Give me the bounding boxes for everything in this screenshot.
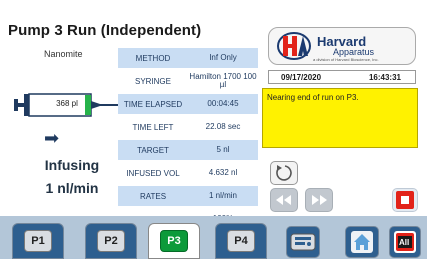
run-status: Infusing 1 nl/min xyxy=(22,154,122,200)
param-label: RATES xyxy=(118,186,188,206)
tab-p3[interactable]: P3 xyxy=(148,223,200,259)
tab-label: P4 xyxy=(227,230,255,252)
table-row: RATES 1 nl/min xyxy=(118,186,258,206)
rewind-icon xyxy=(276,195,291,205)
stop-icon xyxy=(396,191,414,209)
fast-forward-icon xyxy=(312,195,327,205)
reset-button[interactable] xyxy=(270,161,298,185)
param-value: 00:04:45 xyxy=(188,94,258,114)
tab-label: P3 xyxy=(160,230,188,252)
status-rate: 1 nl/min xyxy=(45,180,99,196)
fast-forward-button[interactable] xyxy=(305,188,333,212)
param-label: METHOD xyxy=(118,48,188,68)
param-value: 5 nl xyxy=(188,140,258,160)
time-text: 16:43:31 xyxy=(368,73,401,82)
param-label: SYRINGE xyxy=(134,76,171,86)
home-icon xyxy=(351,231,373,253)
rewind-button[interactable] xyxy=(270,188,298,212)
arrow-right-icon: ➡ xyxy=(44,128,60,148)
param-label: TIME ELAPSED xyxy=(118,94,188,114)
stop-button[interactable] xyxy=(392,188,418,212)
table-row: INFUSED VOL 4.632 nl xyxy=(118,163,258,183)
param-label: INFUSED VOL xyxy=(126,168,180,178)
device-name: Nanomite xyxy=(44,49,83,59)
pump-settings-icon xyxy=(290,233,316,251)
logo-tagline: a division of Harvard Bioscience, Inc. xyxy=(313,57,379,62)
parameter-table: METHOD Inf Only SYRINGE Hamilton 1700 10… xyxy=(118,48,258,232)
logo-sub: Apparatus xyxy=(333,47,375,57)
message-text: Nearing end of run on P3. xyxy=(267,93,359,102)
all-label: All xyxy=(399,238,410,247)
refresh-icon xyxy=(276,165,292,181)
table-row: METHOD Inf Only xyxy=(118,48,258,68)
tab-p4[interactable]: P4 xyxy=(215,223,267,259)
table-row: TIME LEFT 22.08 sec xyxy=(118,117,258,137)
table-row: SYRINGE Hamilton 1700 100 µl xyxy=(118,71,258,91)
param-value: 4.632 nl xyxy=(208,168,238,177)
syringe-volume: 368 pl xyxy=(56,99,78,108)
table-row: TIME ELAPSED 00:04:45 xyxy=(118,94,258,114)
settings-button[interactable] xyxy=(286,226,320,258)
tab-p1[interactable]: P1 xyxy=(12,223,64,259)
datetime-display: 09/17/2020 16:43:31 xyxy=(268,70,416,84)
param-value: Inf Only xyxy=(188,48,258,68)
tab-label: P1 xyxy=(24,230,52,252)
param-value: 22.08 sec xyxy=(205,122,241,131)
param-value: 1 nl/min xyxy=(188,186,258,206)
param-value: Hamilton 1700 100 µl xyxy=(189,72,257,89)
param-label: TIME LEFT xyxy=(132,122,174,132)
all-pumps-button[interactable]: All xyxy=(389,226,421,258)
message-box: Nearing end of run on P3. xyxy=(262,88,418,148)
date-text: 09/17/2020 xyxy=(281,73,322,82)
ha-logo-icon xyxy=(277,32,311,60)
tab-label: P2 xyxy=(97,230,125,252)
page-title: Pump 3 Run (Independent) xyxy=(8,22,202,39)
brand-logo: Harvard Apparatus a division of Harvard … xyxy=(268,27,416,65)
param-label: TARGET xyxy=(118,140,188,160)
table-row: TARGET 5 nl xyxy=(118,140,258,160)
home-button[interactable] xyxy=(345,226,379,258)
tab-p2[interactable]: P2 xyxy=(85,223,137,259)
status-mode: Infusing xyxy=(44,157,100,173)
